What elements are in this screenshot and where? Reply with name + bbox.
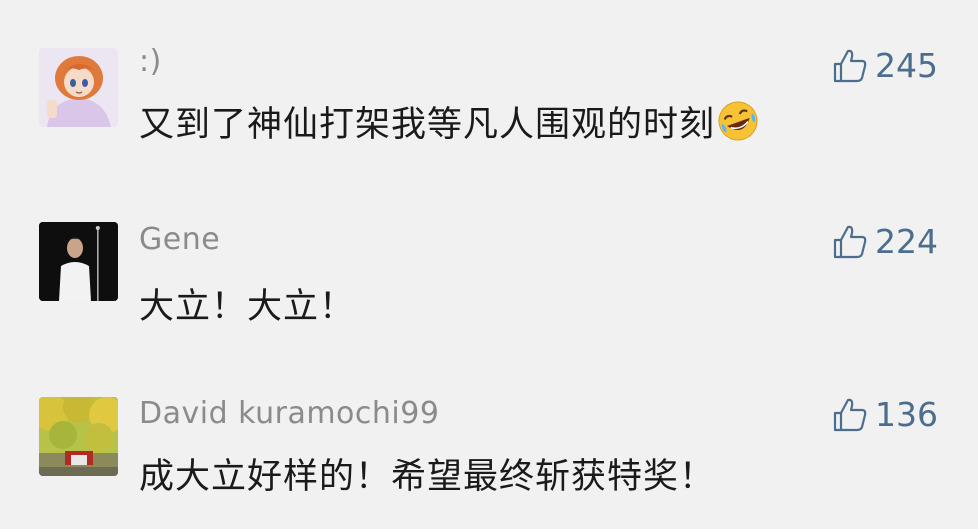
thumbs-up-icon	[833, 398, 867, 431]
avatar-image	[39, 397, 118, 476]
comment-text: 成大立好样的！希望最终斩获特奖！	[139, 457, 716, 497]
comment-text: 大立！大立！	[139, 287, 356, 327]
like-count: 136	[875, 395, 938, 434]
like-count: 224	[875, 222, 938, 261]
comment-item: David kuramochi99 成大立好样的！希望最终斩获特奖！ 136	[0, 0, 978, 497]
comment-username[interactable]: Gene	[139, 222, 220, 257]
thumbs-up-icon	[833, 225, 867, 258]
avatar-image	[39, 222, 118, 301]
comment-username[interactable]: David kuramochi99	[139, 396, 439, 431]
avatar[interactable]	[39, 222, 118, 301]
like-button[interactable]: 136	[831, 395, 938, 434]
avatar[interactable]	[39, 397, 118, 476]
like-button[interactable]: 224	[831, 222, 938, 261]
